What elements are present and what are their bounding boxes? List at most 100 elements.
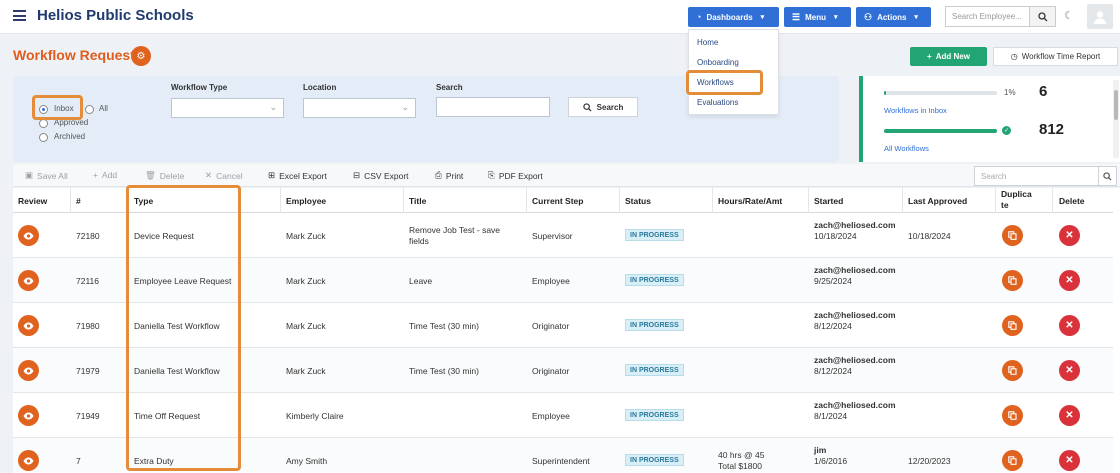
duplicate-button[interactable] — [1002, 450, 1023, 471]
page-title: Workflow Requests — [13, 47, 143, 63]
eye-icon — [23, 232, 34, 239]
column-header-hours[interactable]: Hours/Rate/Amt — [713, 188, 809, 213]
eye-icon — [23, 412, 34, 419]
users-icon: ⚇ — [864, 11, 873, 22]
row-started-date: 9/25/2024 — [814, 276, 852, 286]
column-header-started[interactable]: Started — [809, 188, 903, 213]
status-badge: IN PROGRESS — [625, 274, 684, 286]
employee-search-button[interactable] — [1029, 6, 1056, 27]
actions-button[interactable]: ⚇ Actions ▾ — [856, 7, 931, 27]
row-started-by: zach@heliosed.com — [814, 400, 896, 410]
row-current-step: Employee — [532, 276, 570, 286]
delete-row-button[interactable]: ✕ — [1059, 360, 1080, 381]
search-icon — [1037, 11, 1047, 21]
row-employee: Mark Zuck — [286, 276, 326, 286]
actions-label: Actions — [877, 12, 907, 22]
hamburger-menu-icon[interactable] — [13, 10, 26, 21]
location-label: Location — [303, 83, 337, 92]
archived-radio[interactable] — [39, 133, 48, 142]
dropdown-item-onboarding[interactable]: Onboarding — [697, 58, 739, 67]
row-id: 71979 — [76, 366, 100, 376]
inbox-count: 6 — [1039, 83, 1048, 100]
duplicate-button[interactable] — [1002, 405, 1023, 426]
review-button[interactable] — [18, 360, 39, 381]
column-header-duplicate[interactable]: Duplica te — [996, 188, 1053, 213]
column-header-status[interactable]: Status — [620, 188, 713, 213]
delete-row-button[interactable]: ✕ — [1059, 450, 1080, 471]
workflow-settings-icon[interactable]: ⚙ — [131, 46, 151, 66]
all-radio[interactable] — [85, 105, 94, 114]
save-all-button[interactable]: ▣ Save All — [25, 170, 68, 181]
review-button[interactable] — [18, 405, 39, 426]
cancel-button[interactable]: ✕ Cancel — [205, 170, 243, 181]
duplicate-button[interactable] — [1002, 270, 1023, 291]
delete-row-button[interactable]: ✕ — [1059, 315, 1080, 336]
menu-button[interactable]: ☰ Menu ▾ — [784, 7, 851, 27]
row-started-date: 10/18/2024 — [814, 231, 857, 241]
dropdown-item-evaluations[interactable]: Evaluations — [697, 98, 738, 107]
duplicate-button[interactable] — [1002, 315, 1023, 336]
workflow-time-report-button[interactable]: ◷ Workflow Time Report — [993, 47, 1118, 66]
row-started: zach@heliosed.com 8/12/2024 — [814, 355, 902, 377]
search-icon — [1103, 171, 1112, 181]
column-header-title[interactable]: Title — [404, 188, 527, 213]
add-button[interactable]: + Add — [93, 170, 117, 180]
user-avatar[interactable] — [1087, 4, 1113, 29]
close-icon: ✕ — [1065, 410, 1074, 421]
stats-scrollbar[interactable] — [1113, 80, 1119, 158]
print-button[interactable]: ⎙ Print — [435, 170, 463, 181]
review-button[interactable] — [18, 315, 39, 336]
row-started-date: 8/1/2024 — [814, 411, 848, 421]
add-new-button[interactable]: + Add New — [910, 47, 987, 66]
dashboards-button[interactable]: ◔ Dashboards ▾ — [688, 7, 779, 27]
delete-button[interactable]: 🗑 Delete — [145, 170, 184, 181]
save-icon: ▣ — [25, 170, 34, 180]
employee-search-input[interactable]: Search Employee... — [945, 6, 1029, 27]
column-header-delete[interactable]: Delete — [1053, 188, 1113, 213]
row-id: 72180 — [76, 231, 100, 241]
copy-icon — [1008, 456, 1017, 465]
row-employee: Kimberly Claire — [286, 411, 344, 421]
filter-search-button[interactable]: Search — [568, 97, 638, 117]
copy-icon — [1008, 366, 1017, 375]
duplicate-button[interactable] — [1002, 360, 1023, 381]
delete-row-button[interactable]: ✕ — [1059, 225, 1080, 246]
workflow-type-select[interactable]: ⌄ — [171, 98, 284, 118]
grid-search-button[interactable] — [1098, 166, 1117, 186]
add-label: Add — [101, 170, 118, 180]
filter-search-input[interactable] — [436, 97, 550, 117]
delete-row-button[interactable]: ✕ — [1059, 405, 1080, 426]
dropdown-item-home[interactable]: Home — [697, 38, 718, 47]
column-header-last-approved[interactable]: Last Approved — [903, 188, 996, 213]
excel-export-button[interactable]: ⊞ Excel Export — [268, 170, 327, 181]
row-title: Time Test (30 min) — [409, 366, 479, 376]
delete-label: Delete — [159, 170, 185, 181]
dark-mode-moon-icon[interactable]: ☾ — [1064, 9, 1076, 22]
menu-list-icon: ☰ — [792, 11, 801, 22]
review-button[interactable] — [18, 225, 39, 246]
workflows-in-inbox-link[interactable]: Workflows in Inbox — [884, 106, 947, 115]
copy-icon — [1008, 321, 1017, 330]
review-button[interactable] — [18, 450, 39, 471]
location-select[interactable]: ⌄ — [303, 98, 416, 118]
review-button[interactable] — [18, 270, 39, 291]
type-column-highlight-annotation — [126, 185, 241, 471]
pdf-export-button[interactable]: ⎘ PDF Export — [488, 170, 543, 181]
inbox-progress-track — [884, 91, 997, 95]
column-header-review[interactable]: Review — [13, 188, 71, 213]
delete-row-button[interactable]: ✕ — [1059, 270, 1080, 291]
duplicate-button[interactable] — [1002, 225, 1023, 246]
csv-export-button[interactable]: ⊟ CSV Export — [353, 170, 409, 181]
save-all-label: Save All — [37, 170, 68, 181]
column-header-employee[interactable]: Employee — [281, 188, 404, 213]
column-header-number[interactable]: # — [71, 188, 129, 213]
grid-search-input[interactable]: Search — [974, 166, 1104, 186]
all-workflows-link[interactable]: All Workflows — [884, 144, 929, 153]
close-icon: ✕ — [1065, 365, 1074, 376]
column-header-current-step[interactable]: Current Step — [527, 188, 620, 213]
row-started-by: zach@heliosed.com — [814, 310, 896, 320]
approved-radio[interactable] — [39, 119, 48, 128]
excel-file-icon: ⊞ — [268, 170, 276, 180]
app-title[interactable]: Helios Public Schools — [37, 7, 194, 24]
chevron-down-icon: ▾ — [833, 14, 838, 21]
